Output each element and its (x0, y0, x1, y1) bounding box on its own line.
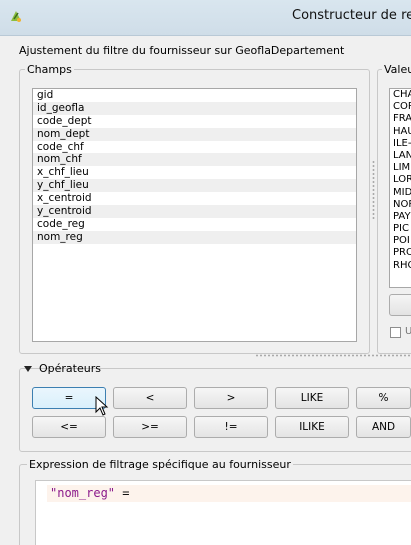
field-item[interactable]: code_chf (33, 141, 356, 154)
field-item[interactable]: nom_dept (33, 127, 356, 141)
greater-equal-button[interactable]: >= (113, 416, 187, 438)
value-item[interactable]: PIC (390, 223, 411, 235)
operators-groupbox (19, 368, 411, 452)
less-equal-button[interactable]: <= (32, 416, 106, 438)
percent-button[interactable]: % (356, 387, 411, 409)
fields-group-title: Champs (25, 63, 74, 76)
not-equal-button[interactable]: != (194, 416, 268, 438)
value-item[interactable]: LAN (390, 150, 411, 162)
operators-group-title[interactable]: Opérateurs (39, 362, 101, 375)
field-item[interactable]: code_reg (33, 218, 356, 231)
field-item[interactable]: gid (33, 89, 356, 102)
field-item[interactable]: nom_reg (33, 230, 356, 244)
values-group-title: Valeur (382, 63, 411, 76)
values-checkbox[interactable] (390, 327, 401, 338)
expression-text[interactable]: "nom_reg" = (50, 486, 129, 500)
expression-group-title: Expression de filtrage spécifique au fou… (27, 458, 293, 471)
field-item[interactable]: y_chf_lieu (33, 179, 356, 193)
less-than-button[interactable]: < (113, 387, 187, 409)
value-item[interactable]: POI (390, 235, 411, 247)
vertical-splitter-handle[interactable] (372, 160, 375, 220)
value-item[interactable]: COR (390, 101, 411, 113)
values-checkbox-label: U (405, 326, 411, 337)
ilike-button[interactable]: ILIKE (275, 416, 349, 438)
values-list[interactable]: CHA COR FRA HAU ILE- LAN LIM LOR MID NOR… (389, 88, 411, 288)
value-item[interactable]: CHA (390, 89, 411, 101)
value-item[interactable]: PAY (390, 211, 411, 223)
value-item[interactable]: ILE- (390, 138, 411, 150)
qgis-logo-icon (11, 11, 21, 22)
value-item[interactable]: RHO (390, 260, 411, 272)
horizontal-splitter-handle[interactable] (255, 354, 411, 357)
fields-list[interactable]: gid id_geofla code_dept nom_dept code_ch… (32, 88, 357, 342)
and-button[interactable]: AND (356, 416, 411, 438)
like-button[interactable]: LIKE (275, 387, 349, 409)
mouse-cursor-icon (95, 396, 109, 416)
value-item[interactable]: LIM (390, 162, 411, 174)
field-item[interactable]: y_centroid (33, 205, 356, 218)
window-title: Constructeur de re (292, 8, 411, 23)
load-values-button[interactable] (389, 294, 411, 316)
value-item[interactable]: FRA (390, 113, 411, 125)
expression-field-token: "nom_reg" (50, 486, 116, 500)
field-item[interactable]: x_centroid (33, 192, 356, 205)
field-item[interactable]: code_dept (33, 115, 356, 128)
title-bar: Constructeur de re (0, 0, 411, 36)
value-item[interactable]: HAU (390, 126, 411, 138)
collapse-arrow-icon[interactable] (24, 366, 32, 372)
greater-than-button[interactable]: > (194, 387, 268, 409)
field-item[interactable]: nom_chf (33, 153, 356, 167)
field-item[interactable]: id_geofla (33, 101, 356, 115)
value-item[interactable]: MID (390, 187, 411, 199)
value-item[interactable]: PRO (390, 247, 411, 259)
field-item[interactable]: x_chf_lieu (33, 166, 356, 179)
value-item[interactable]: LOR (390, 174, 411, 186)
value-item[interactable]: NOR (390, 199, 411, 211)
filter-heading: Ajustement du filtre du fournisseur sur … (19, 44, 345, 57)
expression-operator-token: = (115, 486, 130, 500)
